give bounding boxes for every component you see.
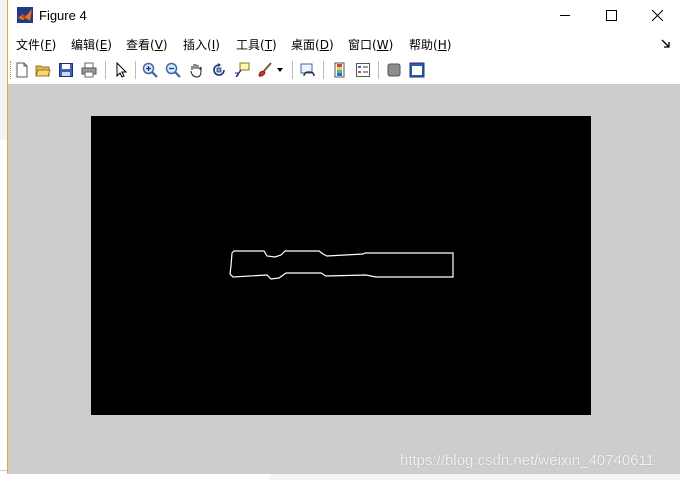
zoom-in-icon bbox=[142, 62, 158, 78]
zoom-out-button[interactable] bbox=[163, 60, 183, 80]
hide-plot-tools-button[interactable] bbox=[384, 60, 404, 80]
dock-arrow-icon[interactable] bbox=[660, 37, 672, 49]
contour-outline bbox=[229, 250, 454, 280]
figure-toolbar bbox=[8, 56, 680, 85]
image-axes[interactable] bbox=[91, 116, 591, 415]
new-figure-icon bbox=[16, 62, 28, 78]
pan-hand-icon bbox=[190, 64, 202, 78]
menu-desktop[interactable]: 桌面(D) bbox=[291, 36, 334, 53]
insert-colorbar-button[interactable] bbox=[330, 60, 350, 80]
title-bar[interactable]: Figure 4 bbox=[8, 0, 680, 31]
link-plot-icon bbox=[300, 63, 315, 77]
menu-view[interactable]: 查看(V) bbox=[126, 36, 168, 53]
menu-insert[interactable]: 插入(I) bbox=[183, 36, 220, 53]
hide-plot-tools-icon bbox=[387, 63, 401, 77]
show-plot-tools-icon bbox=[409, 62, 425, 78]
watermark-text: https://blog.csdn.net/weixin_40740611 bbox=[400, 452, 655, 469]
zoom-out-icon bbox=[165, 62, 181, 78]
menu-bar: 文件(F) 编辑(E) 查看(V) 插入(I) 工具(T) 桌面(D) 窗口(W… bbox=[8, 31, 680, 56]
data-cursor-button[interactable] bbox=[232, 60, 252, 80]
insert-legend-button[interactable] bbox=[353, 60, 373, 80]
minimize-button[interactable] bbox=[542, 0, 588, 31]
print-button[interactable] bbox=[79, 60, 99, 80]
menu-window[interactable]: 窗口(W) bbox=[348, 36, 393, 53]
close-icon bbox=[651, 10, 663, 21]
menu-edit[interactable]: 编辑(E) bbox=[71, 36, 112, 53]
close-button[interactable] bbox=[634, 0, 680, 31]
data-cursor-icon bbox=[235, 62, 250, 78]
toolbar-separator bbox=[292, 61, 293, 79]
toolbar-separator bbox=[323, 61, 324, 79]
menu-tools[interactable]: 工具(T) bbox=[236, 36, 277, 53]
rotate-3d-button[interactable] bbox=[209, 60, 229, 80]
menu-file[interactable]: 文件(F) bbox=[16, 36, 56, 53]
open-file-icon bbox=[35, 65, 51, 77]
window-title: Figure 4 bbox=[39, 8, 87, 23]
open-file-button[interactable] bbox=[33, 60, 53, 80]
pan-button[interactable] bbox=[186, 60, 206, 80]
edit-plot-arrow-icon bbox=[116, 62, 128, 78]
brush-dropdown-icon bbox=[277, 68, 283, 72]
rotate-3d-icon bbox=[213, 63, 225, 76]
save-button[interactable] bbox=[56, 60, 76, 80]
zoom-in-button[interactable] bbox=[140, 60, 160, 80]
show-plot-tools-button[interactable] bbox=[407, 60, 427, 80]
brush-dropdown-button[interactable] bbox=[275, 60, 285, 80]
maximize-icon bbox=[605, 10, 617, 21]
print-icon bbox=[81, 62, 97, 78]
matlab-logo-icon bbox=[17, 7, 33, 23]
toolbar-separator bbox=[378, 61, 379, 79]
minimize-icon bbox=[559, 15, 570, 16]
toolbar-separator bbox=[105, 61, 106, 79]
figure-window: Figure 4 文件(F) 编辑(E) 查看(V) 插入(I) 工具(T) 桌… bbox=[7, 0, 680, 474]
figure-canvas bbox=[8, 85, 680, 474]
edit-plot-button[interactable] bbox=[111, 60, 131, 80]
brush-button[interactable] bbox=[255, 60, 275, 80]
save-icon bbox=[59, 63, 73, 77]
link-plot-button[interactable] bbox=[298, 60, 318, 80]
new-figure-button[interactable] bbox=[12, 60, 32, 80]
toolbar-separator bbox=[135, 61, 136, 79]
maximize-button[interactable] bbox=[588, 0, 634, 31]
insert-legend-icon bbox=[356, 63, 370, 77]
menu-help[interactable]: 帮助(H) bbox=[409, 36, 451, 53]
insert-colorbar-icon bbox=[334, 62, 345, 78]
brush-icon bbox=[258, 62, 272, 77]
